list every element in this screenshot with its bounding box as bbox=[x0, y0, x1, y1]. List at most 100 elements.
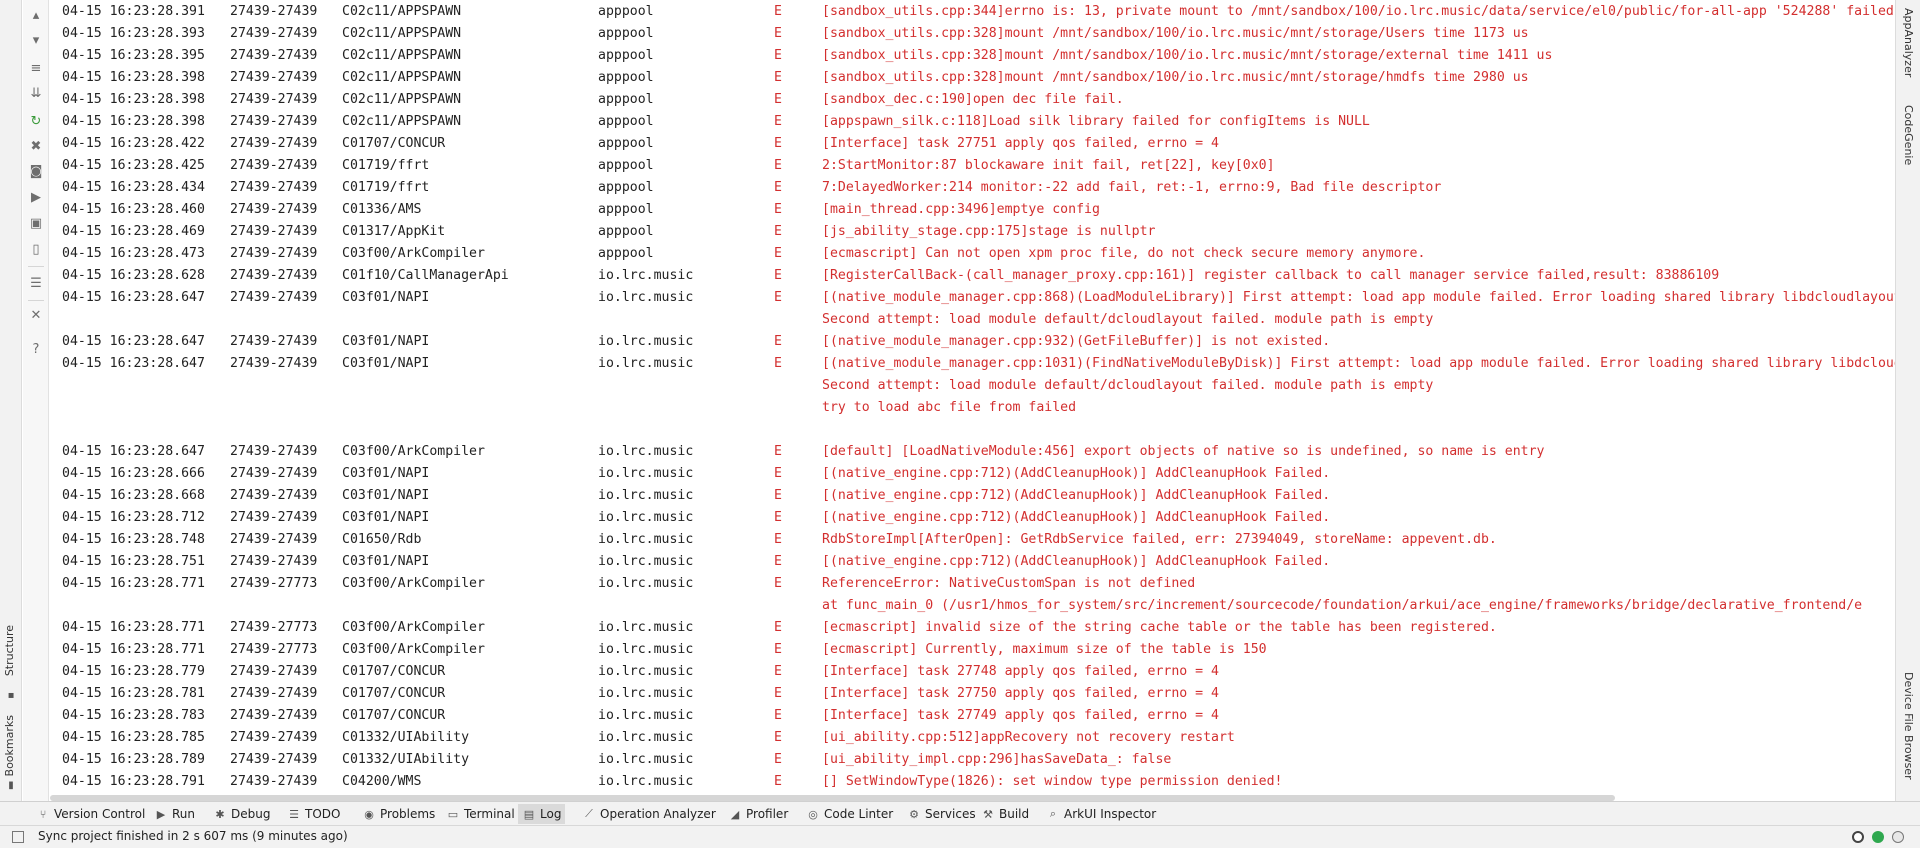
log-message: [(native_module_manager.cpp:868)(LoadMod… bbox=[822, 290, 1895, 305]
log-row[interactable]: 04-15 16:23:28.748 27439-27439 C01650/Rdb i… bbox=[50, 529, 1895, 551]
log-message: [default] [LoadNativeModule:456] export … bbox=[822, 444, 1545, 459]
tab-terminal[interactable]: ▭ Terminal bbox=[442, 804, 519, 824]
log-row[interactable]: 04-15 16:23:28.781 27439-27439 C01707/CONC… bbox=[50, 683, 1895, 705]
log-process: apppool bbox=[598, 26, 654, 41]
tab-arkui-inspector[interactable]: ⌕ ArkUI Inspector bbox=[1042, 804, 1160, 824]
log-output[interactable]: 04-15 16:23:28.391 27439-27439 C02c11/APPS… bbox=[50, 0, 1895, 801]
log-row[interactable]: 04-15 16:23:28.791 27439-27439 C04200/WMS i… bbox=[50, 771, 1895, 793]
log-tag: C02c11/APPSPAWN bbox=[342, 114, 462, 129]
tab-profiler[interactable]: ◢ Profiler bbox=[724, 804, 792, 824]
log-row[interactable]: 04-15 16:23:28.391 27439-27439 C02c11/APPS… bbox=[50, 1, 1895, 23]
screen-record-icon[interactable]: ▶ bbox=[27, 188, 45, 206]
log-row[interactable]: 04-15 16:23:28.469 27439-27439 C01317/AppK… bbox=[50, 221, 1895, 243]
structure-tool-button[interactable]: Structure bbox=[3, 625, 16, 676]
tab-operation-analyzer[interactable]: ⟋ Operation Analyzer bbox=[578, 804, 720, 824]
log-row[interactable]: 04-15 16:23:28.398 27439-27439 C02c11/APPS… bbox=[50, 67, 1895, 89]
log-row[interactable]: 04-15 16:23:28.771 27439-27773 C03f00/ArkC… bbox=[50, 639, 1895, 661]
close-icon[interactable]: ✕ bbox=[27, 306, 45, 324]
log-row[interactable]: 04-15 16:23:28.771 27439-27773 C03f00/ArkC… bbox=[50, 573, 1895, 595]
log-row[interactable]: 04-15 16:23:28.666 27439-27439 C03f01/NAPI… bbox=[50, 463, 1895, 485]
soft-wrap-icon[interactable]: ≡ bbox=[27, 59, 45, 77]
tab-version-control[interactable]: ⑂ Version Control bbox=[32, 804, 149, 824]
scroll-to-end-icon[interactable]: ⇊ bbox=[27, 84, 45, 102]
log-time: 04-15 16:23:28.748 bbox=[62, 532, 205, 547]
log-tag: C03f01/NAPI bbox=[342, 334, 430, 349]
log-row[interactable]: 04-15 16:23:28.785 27439-27439 C01332/UIAb… bbox=[50, 727, 1895, 749]
toggle-tool-windows-icon[interactable] bbox=[12, 831, 24, 843]
help-icon[interactable]: ? bbox=[27, 340, 45, 358]
log-row[interactable]: try to load abc file from failed bbox=[50, 397, 1895, 419]
log-message: ReferenceError: NativeCustomSpan is not … bbox=[822, 576, 1196, 591]
log-row[interactable]: 04-15 16:23:28.473 27439-27439 C03f00/ArkC… bbox=[50, 243, 1895, 265]
log-row[interactable]: Second attempt: load module default/dclo… bbox=[50, 375, 1895, 397]
tab-todo[interactable]: ☰ TODO bbox=[283, 804, 344, 824]
log-pid: 27439-27439 bbox=[230, 268, 318, 283]
log-process: apppool bbox=[598, 114, 654, 129]
log-row[interactable]: 04-15 16:23:28.647 27439-27439 C03f01/NAPI… bbox=[50, 287, 1895, 309]
tab-build[interactable]: ⚒ Build bbox=[977, 804, 1033, 824]
log-process: io.lrc.music bbox=[598, 554, 694, 569]
log-row[interactable] bbox=[50, 419, 1895, 441]
log-tag: C01f10/CallManagerApi bbox=[342, 268, 509, 283]
app-analyzer-tool-button[interactable]: AppAnalyzer bbox=[1902, 8, 1915, 77]
log-row[interactable]: 04-15 16:23:28.647 27439-27439 C03f00/ArkC… bbox=[50, 441, 1895, 463]
tab-services[interactable]: ⚙ Services bbox=[903, 804, 980, 824]
log-row[interactable]: 04-15 16:23:28.668 27439-27439 C03f01/NAPI… bbox=[50, 485, 1895, 507]
log-process: io.lrc.music bbox=[598, 268, 694, 283]
log-row[interactable]: 04-15 16:23:28.789 27439-27439 C01332/UIAb… bbox=[50, 749, 1895, 771]
tab-log[interactable]: ▤ Log bbox=[518, 804, 566, 824]
log-row[interactable]: Second attempt: load module default/dclo… bbox=[50, 309, 1895, 331]
codegenie-tool-button[interactable]: CodeGenie bbox=[1902, 105, 1915, 165]
log-time: 04-15 16:23:28.783 bbox=[62, 708, 205, 723]
log-row[interactable]: 04-15 16:23:28.395 27439-27439 C02c11/APPS… bbox=[50, 45, 1895, 67]
notifications-icon[interactable] bbox=[1892, 831, 1904, 843]
log-row[interactable]: 04-15 16:23:28.425 27439-27439 C01719/ffrt… bbox=[50, 155, 1895, 177]
log-message: [sandbox_utils.cpp:328]mount /mnt/sandbo… bbox=[822, 48, 1553, 63]
log-level: E bbox=[774, 774, 782, 789]
log-row[interactable]: 04-15 16:23:28.712 27439-27439 C03f01/NAPI… bbox=[50, 507, 1895, 529]
tab-debug[interactable]: ✱ Debug bbox=[209, 804, 274, 824]
log-row[interactable]: 04-15 16:23:28.398 27439-27439 C02c11/APPS… bbox=[50, 111, 1895, 133]
log-pid: 27439-27439 bbox=[230, 774, 318, 789]
screenshot-icon[interactable]: ◙ bbox=[27, 162, 45, 180]
tab-label: Build bbox=[999, 807, 1030, 821]
log-process: io.lrc.music bbox=[598, 334, 694, 349]
device-icon[interactable]: ▯ bbox=[27, 240, 45, 258]
log-pid: 27439-27439 bbox=[230, 686, 318, 701]
log-row[interactable]: 04-15 16:23:28.398 27439-27439 C02c11/APPS… bbox=[50, 89, 1895, 111]
log-level: E bbox=[774, 334, 782, 349]
tab-code-linter[interactable]: ◎ Code Linter bbox=[802, 804, 897, 824]
clear-log-icon[interactable]: ✖ bbox=[27, 137, 45, 155]
restart-icon[interactable]: ↻ bbox=[27, 112, 45, 130]
log-level: E bbox=[774, 752, 782, 767]
scroll-up-icon[interactable]: ▴ bbox=[27, 6, 45, 24]
log-level: E bbox=[774, 114, 782, 129]
log-row[interactable]: 04-15 16:23:28.751 27439-27439 C03f01/NAPI… bbox=[50, 551, 1895, 573]
tab-label: Version Control bbox=[54, 807, 146, 821]
toolbar-separator bbox=[28, 266, 44, 267]
log-row[interactable]: 04-15 16:23:28.647 27439-27439 C03f01/NAPI… bbox=[50, 331, 1895, 353]
log-row[interactable]: at func_main_0 (/usr1/hmos_for_system/sr… bbox=[50, 595, 1895, 617]
tab-problems[interactable]: ◉ Problems bbox=[358, 804, 439, 824]
log-row[interactable]: 04-15 16:23:28.783 27439-27439 C01707/CONC… bbox=[50, 705, 1895, 727]
tab-run[interactable]: ▶ Run bbox=[150, 804, 199, 824]
filter-settings-icon[interactable]: ☰ bbox=[27, 274, 45, 292]
device-file-browser-tool-button[interactable]: Device File Browser bbox=[1902, 672, 1915, 780]
save-icon[interactable]: ▣ bbox=[27, 214, 45, 232]
log-row[interactable]: 04-15 16:23:28.779 27439-27439 C01707/CONC… bbox=[50, 661, 1895, 683]
log-row[interactable]: 04-15 16:23:28.422 27439-27439 C01707/CONC… bbox=[50, 133, 1895, 155]
log-level: E bbox=[774, 444, 782, 459]
scroll-down-icon[interactable]: ▾ bbox=[27, 31, 45, 49]
log-process: apppool bbox=[598, 4, 654, 19]
memory-indicator-icon[interactable] bbox=[1852, 831, 1864, 843]
log-row[interactable]: 04-15 16:23:28.647 27439-27439 C03f01/NAPI… bbox=[50, 353, 1895, 375]
log-row[interactable]: 04-15 16:23:28.393 27439-27439 C02c11/APPS… bbox=[50, 23, 1895, 45]
log-tag: C03f00/ArkCompiler bbox=[342, 576, 485, 591]
log-row[interactable]: 04-15 16:23:28.434 27439-27439 C01719/ffrt… bbox=[50, 177, 1895, 199]
log-row[interactable]: 04-15 16:23:28.771 27439-27773 C03f00/ArkC… bbox=[50, 617, 1895, 639]
log-pid: 27439-27773 bbox=[230, 620, 318, 635]
log-row[interactable]: 04-15 16:23:28.460 27439-27439 C01336/AMS a… bbox=[50, 199, 1895, 221]
tab-label: Code Linter bbox=[824, 807, 894, 821]
log-row[interactable]: 04-15 16:23:28.628 27439-27439 C01f10/Call… bbox=[50, 265, 1895, 287]
bookmarks-tool-button[interactable]: Bookmarks bbox=[3, 715, 16, 776]
